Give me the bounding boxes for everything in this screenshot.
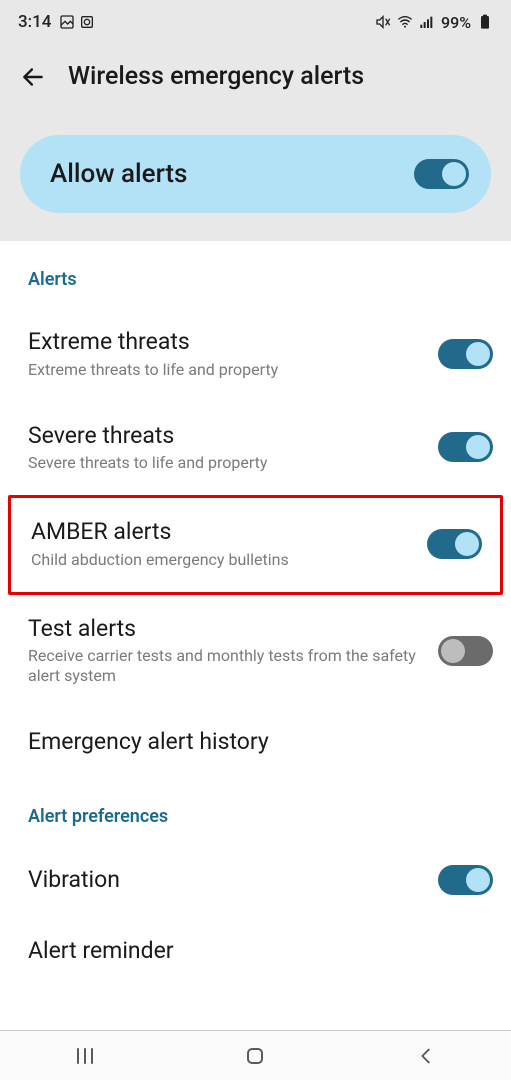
test-alerts-sub: Receive carrier tests and monthly tests … [28,646,426,686]
severe-threats-toggle[interactable] [438,432,493,462]
extreme-threats-title: Extreme threats [28,328,426,356]
status-app-icons [59,14,95,30]
severe-threats-title: Severe threats [28,422,426,450]
home-icon [243,1044,267,1068]
test-alerts-toggle[interactable] [438,636,493,666]
test-alerts-title: Test alerts [28,615,426,643]
back-button[interactable] [20,64,46,90]
nav-recents-button[interactable] [70,1041,100,1071]
amber-alerts-row[interactable]: AMBER alerts Child abduction emergency b… [11,498,500,592]
severe-threats-sub: Severe threats to life and property [28,453,426,473]
battery-icon [477,14,493,30]
emergency-history-title: Emergency alert history [28,728,481,756]
vibration-title: Vibration [28,866,426,894]
chevron-left-icon [415,1045,437,1067]
allow-alerts-label: Allow alerts [50,159,187,189]
page-title: Wireless emergency alerts [68,62,364,91]
status-time: 3:14 [18,12,51,32]
wifi-icon [397,14,413,30]
alert-reminder-title: Alert reminder [28,937,481,965]
arrow-left-icon [20,64,46,90]
test-alerts-row[interactable]: Test alerts Receive carrier tests and mo… [0,595,511,709]
amber-highlight-box: AMBER alerts Child abduction emergency b… [8,495,503,595]
nav-bar [0,1030,511,1080]
alert-reminder-row[interactable]: Alert reminder [0,917,511,973]
allow-alerts-toggle[interactable] [414,159,469,189]
vibration-toggle[interactable] [438,865,493,895]
amber-alerts-sub: Child abduction emergency bulletins [31,550,415,570]
content: Alerts Extreme threats Extreme threats t… [0,241,511,973]
amber-alerts-title: AMBER alerts [31,518,415,546]
image-icon [59,14,75,30]
nav-home-button[interactable] [240,1041,270,1071]
section-header-prefs: Alert preferences [0,778,511,845]
allow-section: Allow alerts [0,117,511,241]
extreme-threats-toggle[interactable] [438,339,493,369]
status-right: 99% [375,13,493,32]
extreme-threats-sub: Extreme threats to life and property [28,360,426,380]
nav-back-button[interactable] [411,1041,441,1071]
status-left: 3:14 [18,12,95,32]
status-bar: 3:14 99% [0,0,511,44]
extreme-threats-row[interactable]: Extreme threats Extreme threats to life … [0,308,511,402]
severe-threats-row[interactable]: Severe threats Severe threats to life an… [0,402,511,496]
vibration-row[interactable]: Vibration [0,845,511,917]
amber-alerts-toggle[interactable] [427,529,482,559]
section-header-alerts: Alerts [0,241,511,308]
mute-icon [375,14,391,30]
emergency-history-row[interactable]: Emergency alert history [0,708,511,778]
app-header: Wireless emergency alerts [0,44,511,117]
camera-icon [79,14,95,30]
allow-alerts-row[interactable]: Allow alerts [20,135,491,213]
status-battery-text: 99% [441,13,471,32]
recents-icon [73,1044,97,1068]
signal-icon [419,14,435,30]
